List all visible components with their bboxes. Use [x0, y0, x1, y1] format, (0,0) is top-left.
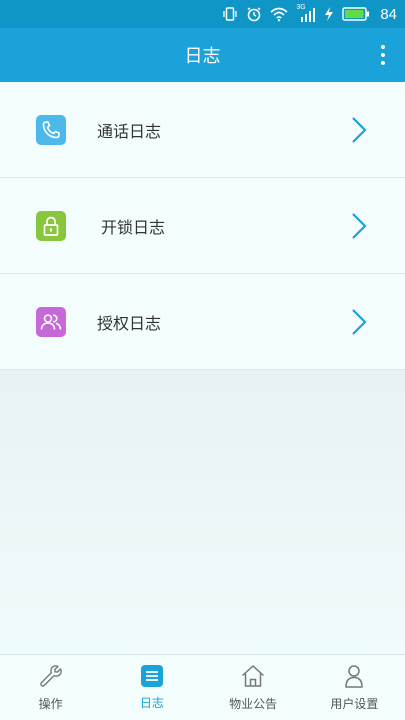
charging-icon — [325, 7, 334, 21]
log-list: 通话日志 开锁日志 授权日志 — [0, 82, 405, 370]
battery-percent: 84 — [380, 5, 397, 23]
nav-item-announcements[interactable]: 物业公告 — [203, 655, 304, 720]
nav-label-announcements: 物业公告 — [229, 697, 278, 711]
users-icon — [40, 313, 62, 330]
wifi-icon — [270, 7, 288, 22]
phone-icon — [42, 120, 60, 138]
nav-label-logs: 日志 — [139, 696, 164, 710]
more-options-button[interactable] — [373, 40, 393, 70]
signal-indicator: 3G — [296, 4, 316, 22]
authorization-log-icon-badge — [36, 306, 66, 337]
unlock-log-icon-badge — [36, 210, 66, 241]
alarm-icon — [247, 7, 261, 22]
status-bar: 3G 84 — [0, 0, 405, 28]
nav-label-user-settings: 用户设置 — [330, 697, 379, 711]
list-item-call-log[interactable]: 通话日志 — [0, 82, 405, 178]
bottom-nav: 操作 日志 物业公告 用户设置 — [0, 654, 405, 720]
chevron-right-icon — [352, 212, 367, 239]
call-log-icon-badge — [36, 114, 66, 145]
page-title: 日志 — [184, 46, 221, 67]
call-log-label: 通话日志 — [97, 121, 162, 141]
battery-icon — [342, 7, 370, 21]
vibrate-icon — [223, 7, 237, 21]
chevron-right-icon — [352, 308, 367, 335]
list-icon — [140, 665, 163, 687]
empty-content-area — [0, 370, 405, 654]
wrench-icon — [39, 665, 62, 687]
nav-label-operations: 操作 — [38, 697, 63, 711]
nav-item-user-settings[interactable]: 用户设置 — [304, 655, 405, 720]
nav-item-operations[interactable]: 操作 — [0, 655, 101, 720]
authorization-log-label: 授权日志 — [97, 313, 162, 333]
app-header: 日志 — [0, 28, 405, 82]
home-icon — [242, 665, 265, 687]
list-item-authorization-log[interactable]: 授权日志 — [0, 274, 405, 370]
lock-icon — [43, 216, 59, 236]
more-vertical-icon — [381, 45, 385, 49]
list-item-unlock-log[interactable]: 开锁日志 — [0, 178, 405, 274]
user-icon — [345, 665, 364, 688]
signal-icon — [301, 8, 316, 22]
chevron-right-icon — [352, 116, 367, 143]
unlock-log-label: 开锁日志 — [101, 217, 166, 237]
nav-item-logs[interactable]: 日志 — [101, 655, 202, 720]
